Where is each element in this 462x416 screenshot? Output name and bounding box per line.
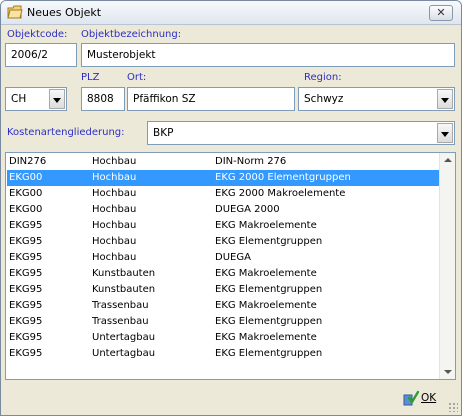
list-cell-c1: DIN276 <box>9 156 47 167</box>
list-cell-c2: Kunstbauten <box>92 284 156 295</box>
country-select[interactable]: CH <box>5 87 67 111</box>
list-item[interactable]: EKG95 Untertagbau EKG Elementgruppen <box>7 346 439 362</box>
list-item[interactable]: EKG95 Trassenbau EKG Elementgruppen <box>7 314 439 330</box>
list-cell-c3: EKG Makroelemente <box>215 300 317 311</box>
check-icon <box>403 390 419 406</box>
list-cell-c1: EKG95 <box>9 348 43 359</box>
list-cell-c1: EKG95 <box>9 236 43 247</box>
list-cell-c3: EKG Elementgruppen <box>215 316 323 327</box>
list-cell-c2: Hochbau <box>92 204 137 215</box>
list-cell-c3: DUEGA <box>215 252 251 263</box>
objektbezeichnung-label: Objektbezeichnung: <box>81 29 182 40</box>
kostenartengliederung-value: BKP <box>153 127 174 139</box>
ort-input[interactable]: Pfäffikon SZ <box>127 87 295 111</box>
list-item[interactable]: EKG95 Untertagbau EKG Makroelemente <box>7 330 439 346</box>
list-cell-c1: EKG95 <box>9 316 43 327</box>
list-cell-c2: Hochbau <box>92 172 137 183</box>
scroll-up-icon[interactable] <box>444 158 452 162</box>
list-item[interactable]: EKG95 Hochbau EKG Elementgruppen <box>7 234 439 250</box>
folder-icon <box>7 5 23 19</box>
list-cell-c2: Untertagbau <box>92 348 156 359</box>
chevron-down-icon[interactable] <box>49 89 65 109</box>
kostenartengliederung-select[interactable]: BKP <box>147 121 455 145</box>
list-cell-c2: Trassenbau <box>92 316 149 327</box>
chevron-down-icon[interactable] <box>437 123 453 143</box>
list-cell-c2: Hochbau <box>92 220 137 231</box>
close-button[interactable]: ✕ <box>429 5 453 21</box>
list-cell-c1: EKG95 <box>9 284 43 295</box>
ort-label: Ort: <box>127 72 147 83</box>
list-cell-c3: DIN-Norm 276 <box>215 156 287 167</box>
region-value: Schwyz <box>304 93 344 105</box>
kostenartengliederung-label: Kostenartengliederung: <box>7 127 125 138</box>
list-cell-c3: EKG Elementgruppen <box>215 236 323 247</box>
list-cell-c2: Trassenbau <box>92 300 149 311</box>
list-cell-c3: EKG Elementgruppen <box>215 284 323 295</box>
list-cell-c1: EKG95 <box>9 300 43 311</box>
vertical-scrollbar[interactable] <box>439 153 455 379</box>
dialog-window: Neues Objekt ✕ Objektcode: Objektbezeich… <box>0 0 462 416</box>
ok-button[interactable]: OK <box>403 389 443 407</box>
resize-grip[interactable] <box>448 402 458 412</box>
chevron-down-icon[interactable] <box>437 89 453 109</box>
plz-input[interactable]: 8808 <box>81 87 125 111</box>
cost-structure-list[interactable]: EKG95 Untertagbau EKG Elementgruppen EKG95 U… <box>5 152 456 380</box>
list-item[interactable]: EKG95 Kunstbauten EKG Elementgruppen <box>7 282 439 298</box>
list-cell-c3: EKG Makroelemente <box>215 268 317 279</box>
list-cell-c1: EKG00 <box>9 188 43 199</box>
title-bar: Neues Objekt ✕ <box>1 1 461 25</box>
close-icon: ✕ <box>436 6 446 19</box>
list-cell-c3: DUEGA 2000 <box>215 204 280 215</box>
list-cell-c2: Hochbau <box>92 188 137 199</box>
list-cell-c3: EKG 2000 Makroelemente <box>215 188 346 199</box>
list-item[interactable]: DIN276 Hochbau DIN-Norm 276 <box>7 154 439 170</box>
ok-label: OK <box>421 392 437 404</box>
objektcode-input[interactable]: 2006/2 <box>5 43 77 67</box>
list-cell-c2: Kunstbauten <box>92 268 156 279</box>
list-cell-c1: EKG95 <box>9 252 43 263</box>
scroll-down-icon[interactable] <box>444 370 452 374</box>
list-item[interactable]: EKG95 Hochbau DUEGA <box>7 250 439 266</box>
list-cell-c3: EKG Makroelemente <box>215 332 317 343</box>
region-label: Region: <box>304 72 342 83</box>
list-cell-c2: Hochbau <box>92 156 137 167</box>
list-item[interactable]: EKG00 Hochbau EKG 2000 Elementgruppen <box>7 170 439 186</box>
list-item[interactable]: EKG00 Hochbau DUEGA 2000 <box>7 202 439 218</box>
list-cell-c3: EKG Elementgruppen <box>215 348 323 359</box>
list-cell-c3: EKG Makroelemente <box>215 220 317 231</box>
window-title: Neues Objekt <box>27 6 102 19</box>
plz-label: PLZ <box>81 72 100 83</box>
objektbezeichnung-input[interactable]: Musterobjekt <box>81 43 455 67</box>
objektcode-label: Objektcode: <box>7 29 68 40</box>
list-cell-c3: EKG 2000 Elementgruppen <box>215 172 351 183</box>
list-item[interactable]: EKG95 Trassenbau EKG Makroelemente <box>7 298 439 314</box>
list-cell-c1: EKG95 <box>9 268 43 279</box>
list-item[interactable]: EKG00 Hochbau EKG 2000 Makroelemente <box>7 186 439 202</box>
list-cell-c2: Hochbau <box>92 252 137 263</box>
list-item[interactable]: EKG95 Kunstbauten EKG Makroelemente <box>7 266 439 282</box>
list-item[interactable]: EKG95 Hochbau EKG Makroelemente <box>7 218 439 234</box>
list-cell-c1: EKG00 <box>9 204 43 215</box>
list-cell-c2: Hochbau <box>92 236 137 247</box>
list-cell-c1: EKG00 <box>9 172 43 183</box>
list-cell-c1: EKG95 <box>9 332 43 343</box>
region-select[interactable]: Schwyz <box>298 87 455 111</box>
list-cell-c2: Untertagbau <box>92 332 156 343</box>
list-cell-c1: EKG95 <box>9 220 43 231</box>
country-value: CH <box>11 93 27 105</box>
